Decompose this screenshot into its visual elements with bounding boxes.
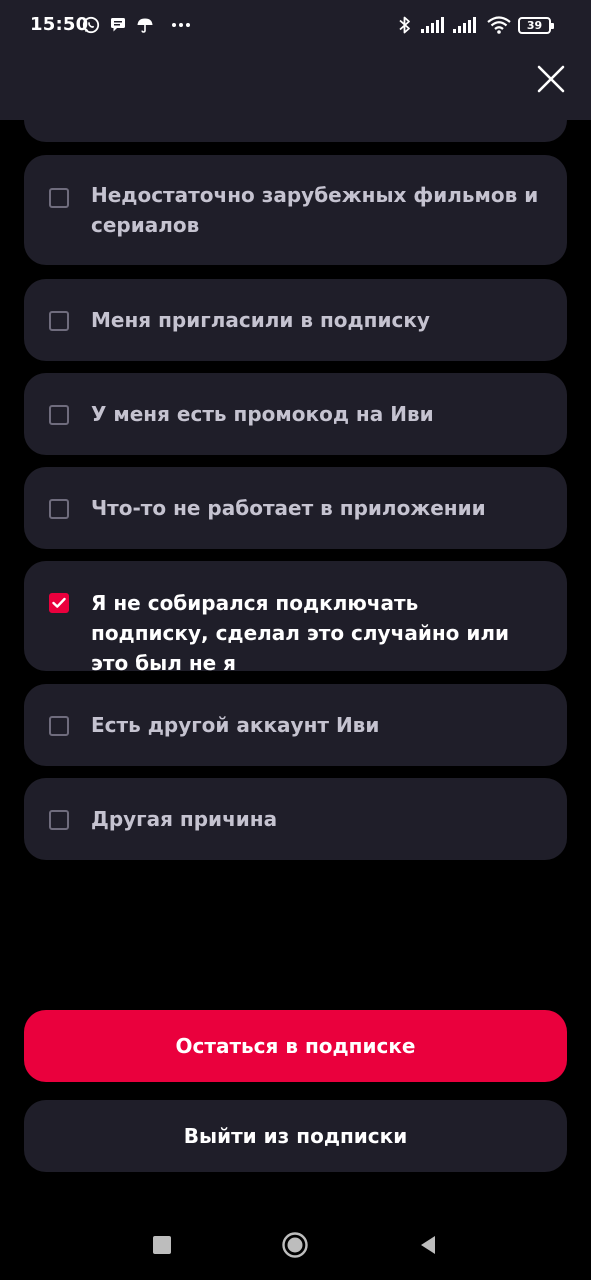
close-button[interactable] [530, 60, 572, 102]
reason-label: Что-то не работает в приложении [91, 496, 486, 520]
checkmark-icon [52, 597, 66, 608]
battery-icon: 39 [518, 17, 554, 34]
signal-icon [420, 14, 448, 36]
checkbox[interactable] [49, 311, 69, 331]
wifi-icon [486, 14, 512, 36]
umbrella-icon [134, 14, 156, 36]
reason-label: Недостаточно зарубежных фильмов и сериал… [91, 183, 539, 237]
reason-card[interactable]: Есть другой аккаунт Иви [24, 684, 567, 766]
reason-card[interactable] [24, 120, 567, 142]
bluetooth-icon [394, 14, 416, 36]
reason-card[interactable]: Другая причина [24, 778, 567, 860]
stay-subscription-button[interactable]: Остаться в подписке [24, 1010, 567, 1082]
close-icon [537, 65, 565, 97]
reason-card[interactable]: Меня пригласили в подписку [24, 279, 567, 361]
reason-label: Я не собирался подключать подписку, сдел… [91, 591, 510, 675]
reason-card[interactable]: Недостаточно зарубежных фильмов и сериал… [24, 155, 567, 265]
reason-label: У меня есть промокод на Иви [91, 402, 434, 426]
reason-card-selected[interactable]: Я не собирался подключать подписку, сдел… [24, 561, 567, 675]
checkbox[interactable] [49, 499, 69, 519]
checkbox[interactable] [49, 716, 69, 736]
top-bar: 15:50 39 [0, 0, 591, 120]
stay-subscription-label: Остаться в подписке [175, 1034, 416, 1058]
reason-label: Есть другой аккаунт Иви [91, 713, 380, 737]
leave-subscription-button[interactable]: Выйти из подписки [24, 1100, 567, 1172]
leave-subscription-label: Выйти из подписки [183, 1124, 408, 1148]
more-dots-icon [170, 14, 192, 36]
message-icon [107, 14, 129, 36]
reason-card[interactable]: Что-то не работает в приложении [24, 467, 567, 549]
recents-square-icon[interactable] [147, 1230, 177, 1260]
reason-list[interactable]: Недостаточно зарубежных фильмов и сериал… [0, 120, 591, 900]
reason-label: Другая причина [91, 807, 278, 831]
status-bar: 15:50 39 [0, 0, 591, 52]
checkbox[interactable] [49, 810, 69, 830]
whatsapp-icon [80, 14, 102, 36]
checkbox-checked[interactable] [49, 593, 69, 613]
reason-card[interactable]: У меня есть промокод на Иви [24, 373, 567, 455]
checkbox[interactable] [49, 188, 69, 208]
signal-icon [452, 14, 480, 36]
back-triangle-icon[interactable] [413, 1230, 443, 1260]
battery-level: 39 [526, 19, 543, 32]
system-nav-bar [0, 1208, 591, 1280]
checkbox[interactable] [49, 405, 69, 425]
home-circle-icon[interactable] [280, 1230, 310, 1260]
reason-label: Меня пригласили в подписку [91, 308, 430, 332]
